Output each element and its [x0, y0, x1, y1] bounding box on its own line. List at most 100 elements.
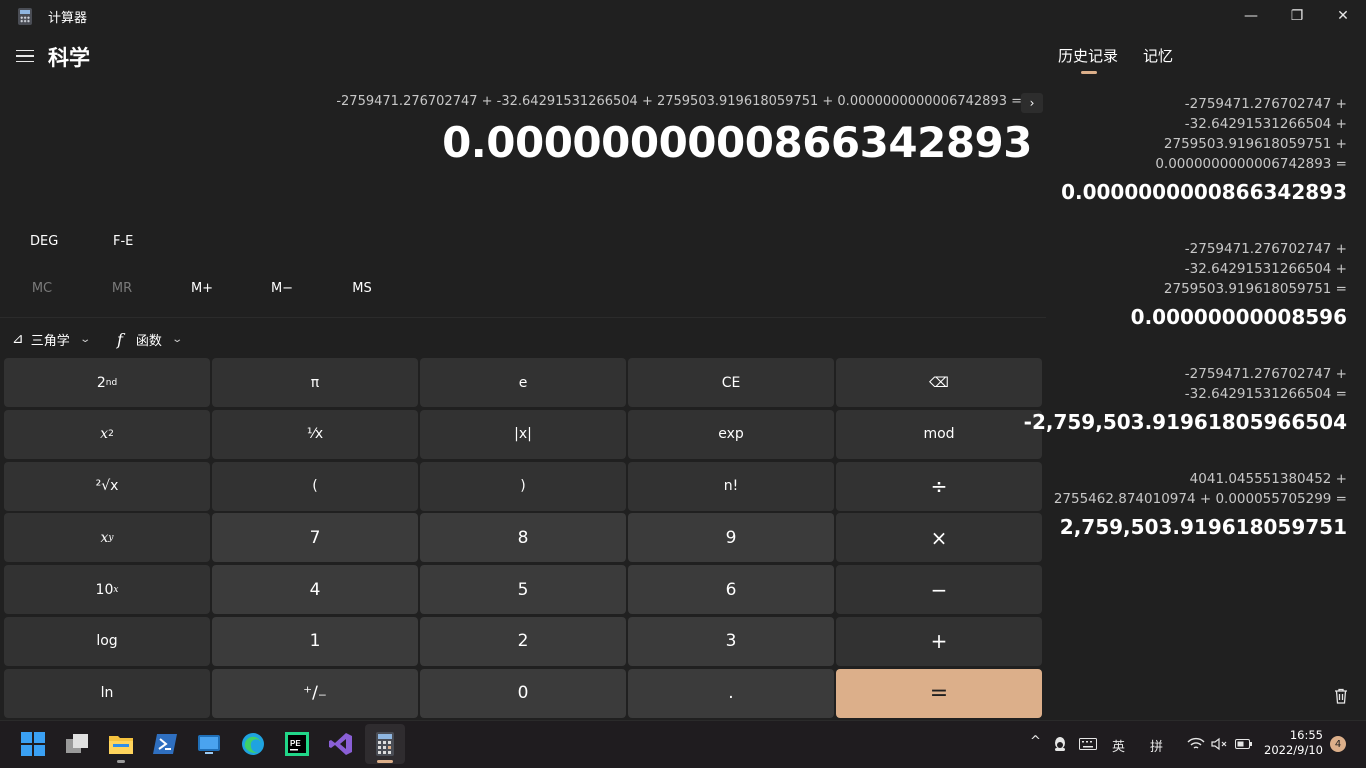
history-expression-line: 2755462.874010974 + 0.000055705299 = — [1053, 491, 1347, 507]
pi-button[interactable]: π — [212, 358, 418, 407]
digit-4-button[interactable]: 4 — [212, 565, 418, 615]
angle-unit-button[interactable]: DEG — [30, 234, 58, 254]
calculator-app-icon — [18, 8, 32, 25]
digit-1-button[interactable]: 1 — [212, 616, 418, 666]
absolute-value-button[interactable]: |x| — [420, 409, 626, 459]
clock-time: 16:55 — [1289, 728, 1323, 742]
minimize-button[interactable]: — — [1228, 0, 1274, 32]
function-dropdown[interactable]: f 函数 ⌄ — [117, 329, 184, 349]
euler-button[interactable]: e — [420, 358, 626, 407]
chevron-down-icon: ⌄ — [171, 333, 184, 345]
system-clock[interactable]: 16:55 2022/9/10 — [1264, 728, 1323, 758]
history-item[interactable]: 4041.045551380452 + 2755462.874010974 + … — [1054, 469, 1347, 539]
history-expression-line: -32.64291531266504 = — [1184, 386, 1347, 402]
pycharm-icon[interactable]: PE — [284, 731, 310, 757]
volume-muted-icon[interactable] — [1211, 737, 1229, 751]
second-sup: nd — [105, 377, 118, 388]
history-expression-line: 0.0000000000006742893 = — [1155, 156, 1347, 172]
expression-scroll-right-button[interactable]: › — [1021, 93, 1043, 113]
factorial-button[interactable]: n! — [628, 461, 834, 511]
clear-entry-button[interactable]: CE — [628, 358, 834, 407]
exp-button[interactable]: exp — [628, 409, 834, 459]
memory-store-button[interactable]: MS — [322, 281, 402, 301]
tray-overflow-chevron-icon[interactable]: ^ — [1030, 734, 1041, 749]
history-result: 0.00000000008596 — [1130, 305, 1347, 329]
power-button[interactable]: xy — [4, 513, 210, 563]
digit-7-button[interactable]: 7 — [212, 513, 418, 563]
tab-memory[interactable]: 记忆 — [1143, 45, 1173, 66]
trigonometry-dropdown[interactable]: ⊿ 三角学 ⌄ — [12, 329, 91, 349]
divide-button[interactable]: ÷ — [836, 461, 1042, 511]
history-expression-line: -2759471.276702747 + — [1184, 241, 1347, 257]
qq-icon[interactable] — [1052, 736, 1068, 752]
remote-desktop-icon[interactable] — [196, 731, 222, 757]
digit-5-button[interactable]: 5 — [420, 565, 626, 615]
ime-mode-indicator[interactable]: 拼 — [1150, 736, 1163, 755]
memory-clear-button[interactable]: MC — [2, 281, 82, 301]
visual-studio-icon[interactable] — [328, 731, 354, 757]
title-bar: 计算器 — ❐ ✕ — [0, 0, 1366, 32]
left-paren-button[interactable]: ( — [212, 461, 418, 511]
decimal-button[interactable]: . — [628, 668, 834, 718]
trash-icon[interactable] — [1332, 687, 1350, 705]
square-sup: 2 — [108, 429, 114, 440]
square-button[interactable]: x2 — [4, 409, 210, 459]
second-function-button[interactable]: 2nd — [4, 358, 210, 407]
log-button[interactable]: log — [4, 616, 210, 666]
history-expression-line: 2759503.919618059751 + — [1163, 136, 1347, 152]
ime-language-indicator[interactable]: 英 — [1112, 736, 1125, 755]
digit-8-button[interactable]: 8 — [420, 513, 626, 563]
minus-button[interactable]: − — [836, 565, 1042, 615]
result-display: 0.0000000000866342893 — [442, 118, 1032, 167]
reciprocal-button[interactable]: ⅟x — [212, 409, 418, 459]
chevron-down-icon: ⌄ — [79, 333, 91, 345]
plus-button[interactable]: + — [836, 616, 1042, 666]
keyboard-icon[interactable] — [1079, 738, 1097, 750]
windows-start-icon[interactable] — [20, 731, 46, 757]
ten-power-button[interactable]: 10 x — [4, 565, 210, 615]
fixed-exponent-button[interactable]: F-E — [113, 234, 133, 254]
wifi-icon[interactable] — [1187, 737, 1205, 751]
history-expression-line: -32.64291531266504 + — [1184, 261, 1347, 277]
history-item[interactable]: -2759471.276702747 + -32.64291531266504 … — [1024, 364, 1347, 434]
multiply-button[interactable]: × — [836, 513, 1042, 563]
backspace-icon: ⌫ — [929, 374, 949, 391]
hamburger-menu-icon[interactable] — [14, 45, 36, 67]
equals-button[interactable]: = — [836, 668, 1042, 718]
taskbar-active-indicator — [377, 760, 393, 763]
digit-0-button[interactable]: 0 — [420, 668, 626, 718]
right-paren-button[interactable]: ) — [420, 461, 626, 511]
power-sup: y — [108, 532, 114, 543]
calculator-taskbar-icon[interactable] — [372, 731, 398, 757]
task-view-icon[interactable] — [64, 731, 90, 757]
close-button[interactable]: ✕ — [1320, 0, 1366, 32]
history-result: -2,759,503.91961805966504 — [1023, 410, 1347, 434]
history-item[interactable]: -2759471.276702747 + -32.64291531266504 … — [1061, 94, 1347, 204]
edge-browser-icon[interactable] — [240, 731, 266, 757]
clock-date: 2022/9/10 — [1264, 743, 1323, 757]
file-explorer-icon[interactable] — [108, 731, 134, 757]
expression-display: -2759471.276702747 + -32.64291531266504 … — [336, 94, 1022, 109]
negate-button[interactable]: ⁺∕₋ — [212, 668, 418, 718]
digit-2-button[interactable]: 2 — [420, 616, 626, 666]
mod-button[interactable]: mod — [836, 409, 1042, 459]
tab-history[interactable]: 历史记录 — [1058, 45, 1118, 66]
history-item[interactable]: -2759471.276702747 + -32.64291531266504 … — [1131, 239, 1347, 329]
powershell-icon[interactable] — [152, 731, 178, 757]
memory-subtract-button[interactable]: M− — [242, 281, 322, 301]
square-root-button[interactable]: ²√x — [4, 461, 210, 511]
history-result: 0.0000000000866342893 — [1061, 180, 1347, 204]
history-expression-line: -2759471.276702747 + — [1184, 96, 1347, 112]
ten-power-label: 10 — [95, 581, 114, 598]
notification-badge[interactable]: 4 — [1330, 736, 1346, 752]
battery-icon[interactable] — [1235, 738, 1253, 750]
ln-button[interactable]: ln — [4, 668, 210, 718]
function-label: 函数 — [135, 333, 162, 349]
digit-3-button[interactable]: 3 — [628, 616, 834, 666]
memory-add-button[interactable]: M+ — [162, 281, 242, 301]
digit-9-button[interactable]: 9 — [628, 513, 834, 563]
backspace-button[interactable]: ⌫ — [836, 358, 1042, 407]
restore-button[interactable]: ❐ — [1274, 0, 1320, 32]
memory-recall-button[interactable]: MR — [82, 281, 162, 301]
digit-6-button[interactable]: 6 — [628, 565, 834, 615]
